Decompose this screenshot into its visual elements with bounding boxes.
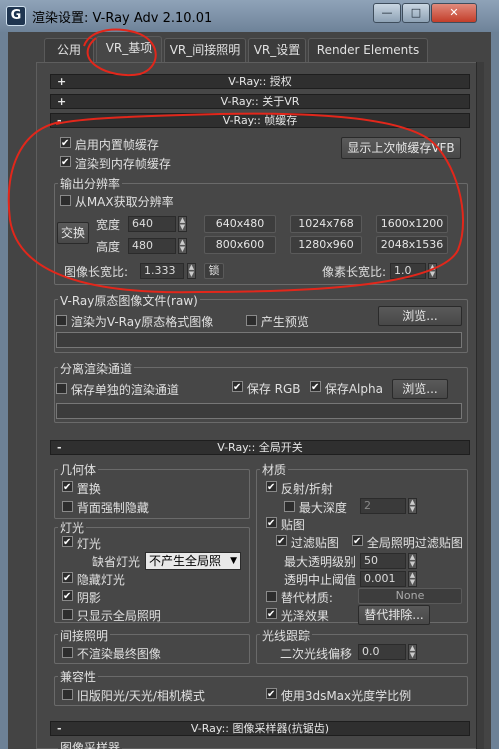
- annotation-tab-circle: [83, 28, 157, 77]
- annotation-framebuffer-circle: [7, 112, 465, 294]
- red-annotation-overlay: [7, 28, 465, 294]
